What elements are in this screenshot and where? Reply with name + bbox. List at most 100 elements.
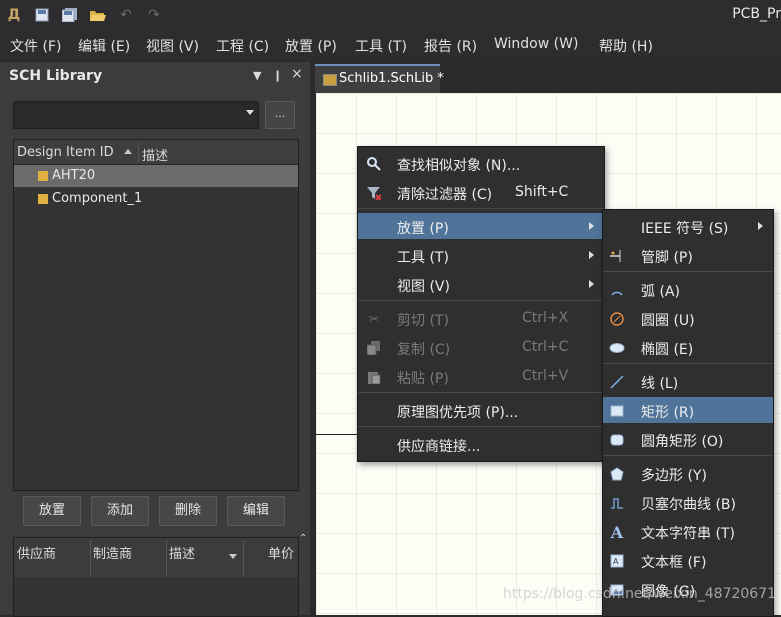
design-items-table: Design Item ID 描述 AHT20 Component_1 — [13, 139, 299, 491]
menu-item-bezier[interactable]: 贝塞尔曲线 (B) — [603, 489, 773, 515]
menu-label: 椭圆 (E) — [641, 342, 694, 358]
place-button[interactable]: 放置 — [23, 496, 81, 526]
save-icon[interactable] — [32, 5, 52, 25]
column-header-description[interactable]: 描述 — [142, 145, 168, 164]
menu-item-copy[interactable]: 复制 (C) Ctrl+C — [358, 334, 604, 360]
menu-shortcut: Ctrl+X — [522, 310, 569, 326]
tab-label: Schlib1.SchLib * — [339, 71, 444, 86]
menu-item-circle[interactable]: 圆圈 (U) — [603, 305, 773, 331]
item-id: AHT20 — [52, 168, 96, 183]
collapse-icon[interactable]: ⌃ — [299, 533, 307, 544]
menu-label: 放置 (P) — [397, 221, 449, 237]
menu-item-rounded-rectangle[interactable]: 圆角矩形 (O) — [603, 426, 773, 452]
menu-window[interactable]: Window (W) — [494, 36, 578, 52]
menu-label: 圆角矩形 (O) — [641, 434, 724, 450]
menu-item-supplier-links[interactable]: 供应商链接... — [358, 431, 604, 457]
submenu-arrow-icon — [589, 251, 594, 259]
component-icon — [38, 194, 48, 204]
menu-separator — [603, 271, 773, 272]
menu-item-find-similar[interactable]: 查找相似对象 (N)... — [358, 150, 604, 176]
component-icon — [38, 171, 48, 181]
close-icon[interactable]: × — [291, 66, 303, 82]
menu-item-pin[interactable]: 管脚 (P) — [603, 242, 773, 268]
menu-item-schematic-preferences[interactable]: 原理图优先项 (P)... — [358, 397, 604, 423]
menu-label: 文本字符串 (T) — [641, 526, 735, 542]
add-button[interactable]: 添加 — [91, 496, 149, 526]
menu-item-clear-filter[interactable]: 清除过滤器 (C) Shift+C — [358, 179, 604, 205]
menu-file[interactable]: 文件 (F) — [10, 36, 61, 56]
library-filter-select[interactable] — [13, 101, 259, 129]
menu-separator — [358, 208, 604, 209]
menu-bar: 文件 (F) 编辑 (E) 视图 (V) 工程 (C) 放置 (P) 工具 (T… — [0, 30, 781, 60]
menu-project[interactable]: 工程 (C) — [216, 36, 269, 56]
menu-item-place[interactable]: 放置 (P) — [358, 213, 604, 239]
menu-label: 弧 (A) — [641, 284, 680, 300]
undo-icon[interactable]: ↶ — [116, 5, 136, 25]
document-tab-bar: Schlib1.SchLib * — [310, 62, 781, 94]
redo-icon[interactable]: ↷ — [144, 5, 164, 25]
menu-label: 矩形 (R) — [641, 405, 695, 421]
menu-tools[interactable]: 工具 (T) — [355, 36, 407, 56]
watermark-text: https://blog.csdn.net/weixin_48720671 — [503, 586, 777, 602]
menu-label: 粘贴 (P) — [397, 371, 449, 387]
menu-item-rectangle[interactable]: 矩形 (R) — [603, 397, 773, 423]
menu-separator — [358, 392, 604, 393]
table-row[interactable]: AHT20 — [14, 165, 298, 187]
tab-schlib1[interactable]: Schlib1.SchLib * — [315, 64, 444, 94]
submenu-arrow-icon — [589, 280, 594, 288]
menu-item-arc[interactable]: 弧 (A) — [603, 276, 773, 302]
menu-view[interactable]: 视图 (V) — [146, 36, 199, 56]
edit-button[interactable]: 编辑 — [227, 496, 285, 526]
browse-button[interactable]: ... — [265, 101, 295, 129]
menu-shortcut: Ctrl+C — [522, 339, 569, 355]
column-divider[interactable] — [90, 540, 91, 576]
menu-edit[interactable]: 编辑 (E) — [78, 36, 130, 56]
column-header-manufacturer[interactable]: 制造商 — [93, 543, 132, 562]
menu-shortcut: Shift+C — [515, 184, 569, 200]
app-logo-icon: Д — [7, 7, 21, 23]
canvas-axis-line — [316, 434, 358, 435]
menu-place[interactable]: 放置 (P) — [285, 36, 337, 56]
clear-filter-icon — [366, 185, 382, 201]
circle-icon — [609, 311, 625, 327]
menu-shortcut: Ctrl+V — [522, 368, 569, 384]
copy-icon — [366, 340, 382, 356]
menu-reports[interactable]: 报告 (R) — [424, 36, 477, 56]
menu-label: 清除过滤器 (C) — [397, 187, 493, 203]
table-row[interactable]: Component_1 — [14, 188, 298, 210]
menu-item-view[interactable]: 视图 (V) — [358, 271, 604, 297]
column-header-unit-price[interactable]: 单价 — [268, 543, 294, 562]
menu-separator — [603, 363, 773, 364]
menu-label: 线 (L) — [641, 376, 679, 392]
delete-button[interactable]: 删除 — [159, 496, 217, 526]
paste-icon — [366, 369, 382, 385]
menu-separator — [603, 455, 773, 456]
save-all-icon[interactable] — [60, 5, 80, 25]
menu-label: 剪切 (T) — [397, 313, 449, 329]
panel-menu-icon[interactable]: ▼ — [253, 69, 261, 82]
open-folder-icon[interactable] — [88, 5, 108, 25]
menu-item-line[interactable]: 线 (L) — [603, 368, 773, 394]
menu-item-paste[interactable]: 粘贴 (P) Ctrl+V — [358, 363, 604, 389]
pin-icon[interactable]: ❙ — [273, 69, 282, 82]
menu-item-ellipse[interactable]: 椭圆 (E) — [603, 334, 773, 360]
menu-item-ieee-symbols[interactable]: IEEE 符号 (S) — [603, 213, 773, 239]
column-divider[interactable] — [138, 142, 139, 162]
column-header-supplier[interactable]: 供应商 — [17, 543, 56, 562]
bezier-icon — [609, 495, 625, 511]
column-header-design-item-id[interactable]: Design Item ID — [17, 145, 114, 160]
menu-label: 文本框 (F) — [641, 555, 707, 571]
menu-item-text-string[interactable]: A 文本字符串 (T) — [603, 518, 773, 544]
title-bar: Д ↶ ↷ PCB_Pr — [0, 0, 781, 30]
line-icon — [609, 374, 625, 390]
column-header-description[interactable]: 描述 — [169, 543, 195, 562]
menu-item-polygon[interactable]: 多边形 (Y) — [603, 460, 773, 486]
menu-item-tools[interactable]: 工具 (T) — [358, 242, 604, 268]
menu-item-text-frame[interactable]: A 文本框 (F) — [603, 547, 773, 573]
menu-help[interactable]: 帮助 (H) — [599, 36, 653, 56]
menu-item-cut[interactable]: ✂ 剪切 (T) Ctrl+X — [358, 305, 604, 331]
column-divider[interactable] — [166, 540, 167, 576]
menu-label: 查找相似对象 (N)... — [397, 158, 521, 174]
rounded-rectangle-icon — [609, 432, 625, 448]
column-divider[interactable] — [243, 540, 244, 576]
